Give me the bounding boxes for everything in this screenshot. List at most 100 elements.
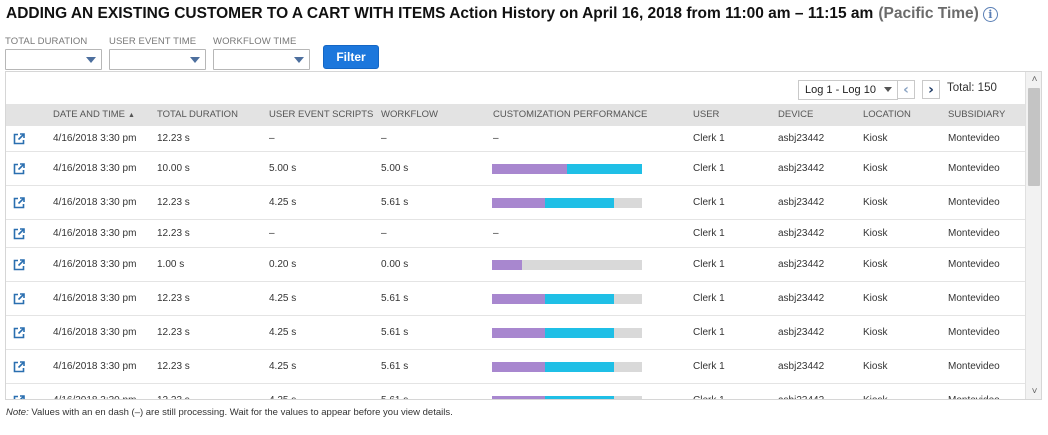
cell-user: Clerk 1 xyxy=(693,361,725,372)
cell-wf: – xyxy=(381,228,387,239)
cell-ue: – xyxy=(269,228,275,239)
column-header-location[interactable]: LOCATION xyxy=(863,104,911,126)
open-details-icon[interactable] xyxy=(13,228,25,240)
cell-date: 4/16/2018 3:30 pm xyxy=(53,395,136,399)
cell-device: asbj23442 xyxy=(778,293,825,304)
performance-bar-user-event-segment xyxy=(492,328,545,338)
column-header-total-duration[interactable]: TOTAL DURATION xyxy=(157,104,238,126)
cell-location: Kiosk xyxy=(863,395,887,399)
performance-bar-workflow-segment xyxy=(544,198,614,208)
column-header-workflow[interactable]: WORKFLOW xyxy=(381,104,438,126)
cell-location: Kiosk xyxy=(863,228,888,239)
chevron-down-icon xyxy=(86,57,96,63)
workflow-time-select[interactable] xyxy=(213,49,310,70)
performance-bar xyxy=(492,294,642,304)
open-details-icon[interactable] xyxy=(13,197,25,209)
cell-user: Clerk 1 xyxy=(693,293,725,304)
cell-device: asbj23442 xyxy=(778,259,825,270)
cell-subsidiary: Montevideo xyxy=(948,133,1000,144)
cell-date: 4/16/2018 3:30 pm xyxy=(53,163,137,174)
cell-wf: 5.61 s xyxy=(381,197,409,208)
column-header-user[interactable]: USER xyxy=(693,104,719,126)
performance-bar-user-event-segment xyxy=(492,198,545,208)
cell-performance: – xyxy=(493,228,499,239)
open-details-icon[interactable] xyxy=(13,361,25,373)
table-row[interactable]: 4/16/2018 3:30 pm 12.23 s 4.25 s 5.61 s Cler… xyxy=(6,350,1025,384)
cell-subsidiary: Montevideo xyxy=(948,228,1000,239)
cell-ue: 5.00 s xyxy=(269,163,297,174)
performance-bar xyxy=(492,328,642,338)
performance-bar-user-event-segment xyxy=(492,396,545,399)
cell-device: asbj23442 xyxy=(778,361,825,372)
table-row[interactable]: 4/16/2018 3:30 pm 12.23 s 4.25 s 5.61 s Cler… xyxy=(6,384,1025,400)
total-count: Total: 150 xyxy=(947,82,997,94)
column-header-date[interactable]: DATE AND TIME ▲ xyxy=(53,104,135,126)
cell-user: Clerk 1 xyxy=(693,228,725,239)
open-details-icon[interactable] xyxy=(13,163,25,175)
performance-bar-workflow-segment xyxy=(567,164,642,174)
column-header-device[interactable]: DEVICE xyxy=(778,104,813,126)
open-details-icon[interactable] xyxy=(13,327,25,339)
performance-bar-user-event-segment xyxy=(492,164,567,174)
cell-location: Kiosk xyxy=(863,327,888,338)
column-header-subsidiary[interactable]: SUBSIDIARY xyxy=(948,104,1005,126)
cell-total: 12.23 s xyxy=(157,395,190,399)
open-details-icon[interactable] xyxy=(13,259,25,271)
vertical-scrollbar[interactable]: ˄ ˅ xyxy=(1025,72,1041,399)
note-text: Values with an en dash (–) are still pro… xyxy=(28,407,453,418)
table-row[interactable]: 4/16/2018 3:30 pm 12.23 s – – Clerk 1 asbj234… xyxy=(6,220,1025,248)
user-event-time-select[interactable] xyxy=(109,49,206,70)
open-details-icon[interactable] xyxy=(13,395,25,400)
open-details-icon[interactable] xyxy=(13,293,25,305)
scroll-up-icon[interactable]: ˄ xyxy=(1026,72,1041,86)
cell-total: 1.00 s xyxy=(157,259,185,270)
cell-wf: 5.61 s xyxy=(381,395,408,399)
performance-bar xyxy=(492,396,642,399)
cell-device: asbj23442 xyxy=(778,197,825,208)
cell-date: 4/16/2018 3:30 pm xyxy=(53,293,137,304)
performance-bar-user-event-segment xyxy=(492,362,545,372)
total-duration-select[interactable] xyxy=(5,49,102,70)
log-range-value: Log 1 - Log 10 xyxy=(805,84,876,96)
table-row[interactable]: 4/16/2018 3:30 pm 12.23 s 4.25 s 5.61 s Cler… xyxy=(6,186,1025,220)
cell-wf: 5.00 s xyxy=(381,163,409,174)
cell-location: Kiosk xyxy=(863,293,888,304)
total-duration-label: TOTAL DURATION xyxy=(5,36,88,47)
total-duration-filter: TOTAL DURATION xyxy=(5,36,102,70)
scroll-thumb[interactable] xyxy=(1028,88,1040,186)
scroll-down-icon[interactable]: ˅ xyxy=(1026,384,1041,398)
cell-wf: 5.61 s xyxy=(381,361,409,372)
sort-ascending-icon: ▲ xyxy=(127,112,135,119)
cell-ue: 4.25 s xyxy=(269,327,297,338)
cell-user: Clerk 1 xyxy=(693,327,725,338)
next-page-button[interactable]: › xyxy=(922,80,940,99)
cell-total: 10.00 s xyxy=(157,163,190,174)
cell-total: 12.23 s xyxy=(157,133,190,144)
column-header-customization-performance[interactable]: CUSTOMIZATION PERFORMANCE xyxy=(493,104,647,126)
note-prefix: Note: xyxy=(6,407,29,418)
cell-ue: 4.25 s xyxy=(269,395,296,399)
log-range-select[interactable]: Log 1 - Log 10 xyxy=(798,80,898,100)
filter-button[interactable]: Filter xyxy=(323,45,379,69)
cell-ue: 4.25 s xyxy=(269,197,297,208)
info-icon[interactable]: i xyxy=(982,6,998,22)
table-row[interactable]: 4/16/2018 3:30 pm 12.23 s – – Clerk 1 asbj234… xyxy=(6,126,1025,152)
column-header-user-event-scripts[interactable]: USER EVENT SCRIPTS xyxy=(269,104,373,126)
cell-wf: 5.61 s xyxy=(381,293,409,304)
performance-bar-workflow-segment xyxy=(544,362,614,372)
performance-bar-workflow-segment xyxy=(544,294,614,304)
cell-location: Kiosk xyxy=(863,133,888,144)
table-row[interactable]: 4/16/2018 3:30 pm 12.23 s 4.25 s 5.61 s Cler… xyxy=(6,282,1025,316)
table-row[interactable]: 4/16/2018 3:30 pm 10.00 s 5.00 s 5.00 s Cler… xyxy=(6,152,1025,186)
cell-total: 12.23 s xyxy=(157,228,190,239)
table-row[interactable]: 4/16/2018 3:30 pm 1.00 s 0.20 s 0.00 s Clerk… xyxy=(6,248,1025,282)
cell-date: 4/16/2018 3:30 pm xyxy=(53,259,137,270)
cell-device: asbj23442 xyxy=(778,395,824,399)
table-row[interactable]: 4/16/2018 3:30 pm 12.23 s 4.25 s 5.61 s Cler… xyxy=(6,316,1025,350)
cell-location: Kiosk xyxy=(863,197,888,208)
column-header-date-label: DATE AND TIME xyxy=(53,109,125,120)
cell-user: Clerk 1 xyxy=(693,259,725,270)
previous-page-button[interactable]: ‹ xyxy=(897,80,915,99)
open-details-icon[interactable] xyxy=(13,133,25,145)
cell-wf: 0.00 s xyxy=(381,259,409,270)
